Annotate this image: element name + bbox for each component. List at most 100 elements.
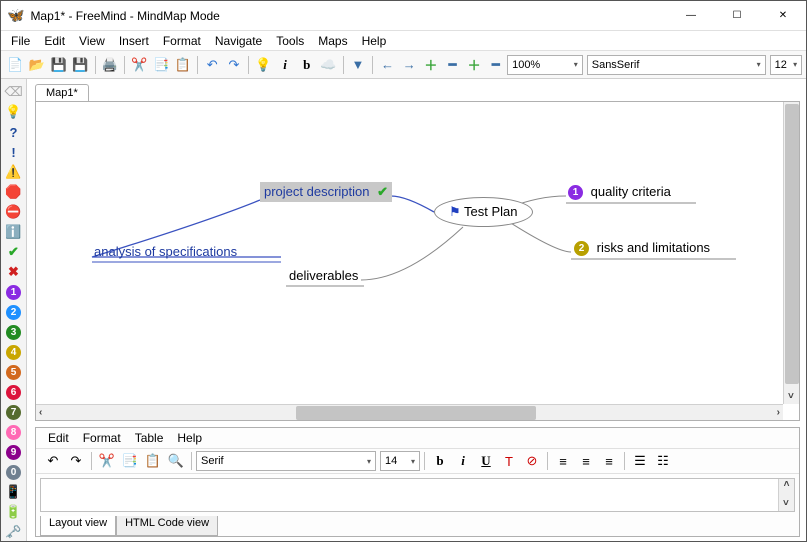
warning-icon[interactable]: ⚠️ — [5, 163, 23, 181]
menu-maps[interactable]: Maps — [312, 32, 353, 50]
editor-clear-format-icon[interactable]: ⊘ — [521, 450, 543, 472]
editor-menu-edit[interactable]: Edit — [42, 429, 75, 447]
priority-4-icon[interactable]: 4 — [5, 343, 23, 361]
editor-color-icon[interactable]: T — [498, 450, 520, 472]
editor-menu-format[interactable]: Format — [77, 429, 127, 447]
copy-icon[interactable]: 📑 — [151, 54, 172, 76]
no-entry-icon[interactable]: ⛔ — [5, 203, 23, 221]
editor-align-center-icon[interactable]: ≡ — [575, 450, 597, 472]
menu-edit[interactable]: Edit — [38, 32, 71, 50]
bold-icon[interactable]: b — [296, 54, 317, 76]
editor-menu-table[interactable]: Table — [129, 429, 170, 447]
menu-insert[interactable]: Insert — [113, 32, 155, 50]
key-icon[interactable]: 🗝️ — [5, 523, 23, 541]
ok-icon[interactable]: ✔ — [5, 243, 23, 261]
remove-sibling-icon[interactable]: ━ — [485, 54, 506, 76]
priority-1-icon[interactable]: 1 — [5, 283, 23, 301]
editor-menu-help[interactable]: Help — [171, 429, 208, 447]
mindmap-node-quality[interactable]: 1 quality criteria — [568, 184, 671, 200]
mindmap-node-deliverables[interactable]: deliverables — [289, 268, 358, 283]
zoom-combo[interactable]: 100% ▾ — [507, 55, 583, 75]
nav-back-icon[interactable]: ← — [377, 54, 398, 76]
priority-8-icon[interactable]: 8 — [5, 423, 23, 441]
info-icon[interactable]: ℹ️ — [5, 223, 23, 241]
priority-0-icon[interactable]: 0 — [5, 463, 23, 481]
italic-icon[interactable]: i — [275, 54, 296, 76]
delete-all-icon[interactable]: ⌫ — [5, 83, 23, 101]
priority-9-icon[interactable]: 9 — [5, 443, 23, 461]
editor-find-icon[interactable]: 🔍 — [165, 450, 187, 472]
editor-align-right-icon[interactable]: ≡ — [598, 450, 620, 472]
priority-7-icon[interactable]: 7 — [5, 403, 23, 421]
editor-undo-icon[interactable]: ↶ — [42, 450, 64, 472]
editor-bold-icon[interactable]: b — [429, 450, 451, 472]
mindmap-node-analysis[interactable]: analysis of specifications — [94, 244, 237, 259]
editor-number-list-icon[interactable]: ☷ — [652, 450, 674, 472]
editor-cut-icon[interactable]: ✂️ — [96, 450, 118, 472]
question-icon[interactable]: ? — [5, 123, 23, 141]
menu-format[interactable]: Format — [157, 32, 207, 50]
editor-paste-icon[interactable]: 📋 — [142, 450, 164, 472]
editor-redo-icon[interactable]: ↷ — [65, 450, 87, 472]
menu-navigate[interactable]: Navigate — [209, 32, 268, 50]
menu-view[interactable]: View — [73, 32, 111, 50]
priority-2-icon[interactable]: 2 — [5, 303, 23, 321]
scroll-right-icon[interactable]: › — [777, 407, 780, 418]
editor-vscrollbar[interactable]: ˄ ˅ — [778, 479, 794, 511]
scroll-left-icon[interactable]: ‹ — [39, 407, 42, 418]
editor-align-left-icon[interactable]: ≡ — [552, 450, 574, 472]
mindmap-canvas[interactable]: ⚑ Test Plan 1 quality criteria 2 risks a… — [35, 101, 800, 421]
mindmap-node-risks[interactable]: 2 risks and limitations — [574, 240, 710, 256]
cloud-icon[interactable]: ☁️ — [318, 54, 339, 76]
menu-file[interactable]: File — [5, 32, 36, 50]
remove-node-icon[interactable]: ━ — [442, 54, 463, 76]
mindmap-node-project-desc[interactable]: project description ✔ — [260, 182, 392, 202]
editor-text-area[interactable]: ˄ ˅ — [40, 478, 795, 512]
mindmap-root-node[interactable]: ⚑ Test Plan — [434, 197, 533, 227]
new-file-icon[interactable]: 📄 — [5, 54, 26, 76]
filter-icon[interactable]: ▼ — [348, 54, 369, 76]
editor-font-family-combo[interactable]: Serif ▾ — [196, 451, 376, 471]
bulb-icon[interactable]: 💡 — [5, 103, 23, 121]
menu-help[interactable]: Help — [356, 32, 393, 50]
editor-italic-icon[interactable]: i — [452, 450, 474, 472]
font-size-combo[interactable]: 12 ▾ — [770, 55, 803, 75]
scroll-up-icon[interactable]: ˄ — [779, 479, 794, 490]
scroll-thumb[interactable] — [785, 104, 799, 384]
paste-icon[interactable]: 📋 — [172, 54, 193, 76]
cut-icon[interactable]: ✂️ — [129, 54, 150, 76]
exclaim-icon[interactable]: ! — [5, 143, 23, 161]
close-button[interactable]: ✕ — [760, 1, 806, 31]
minimize-button[interactable]: — — [668, 1, 714, 31]
add-sibling-icon[interactable]: ＋ — [464, 54, 485, 76]
scroll-down-icon[interactable]: ˅ — [788, 391, 794, 402]
priority-5-icon[interactable]: 5 — [5, 363, 23, 381]
editor-tab-layout[interactable]: Layout view — [40, 516, 116, 536]
editor-underline-icon[interactable]: U — [475, 450, 497, 472]
open-file-icon[interactable]: 📂 — [27, 54, 48, 76]
cancel-icon[interactable]: ✖ — [5, 263, 23, 281]
editor-bullet-list-icon[interactable]: ☰ — [629, 450, 651, 472]
phone-icon[interactable]: 📱 — [5, 483, 23, 501]
editor-copy-icon[interactable]: 📑 — [119, 450, 141, 472]
redo-icon[interactable]: ↷ — [224, 54, 245, 76]
print-icon[interactable]: 🖨️ — [100, 54, 121, 76]
scroll-thumb[interactable] — [296, 406, 536, 420]
font-family-combo[interactable]: SansSerif ▾ — [587, 55, 766, 75]
maximize-button[interactable]: ☐ — [714, 1, 760, 31]
document-tab[interactable]: Map1* — [35, 84, 89, 101]
scroll-down-icon[interactable]: ˅ — [783, 498, 789, 509]
editor-font-size-combo[interactable]: 14 ▾ — [380, 451, 420, 471]
save-as-icon[interactable]: 💾 — [70, 54, 91, 76]
editor-tab-html[interactable]: HTML Code view — [116, 516, 218, 536]
add-node-icon[interactable]: ＋ — [421, 54, 442, 76]
stop-icon[interactable]: 🛑 — [5, 183, 23, 201]
menu-tools[interactable]: Tools — [270, 32, 310, 50]
canvas-hscrollbar[interactable]: ‹ › — [36, 404, 783, 420]
save-icon[interactable]: 💾 — [48, 54, 69, 76]
idea-icon[interactable]: 💡 — [253, 54, 274, 76]
nav-forward-icon[interactable]: → — [399, 54, 420, 76]
battery-icon[interactable]: 🔋 — [5, 503, 23, 521]
priority-6-icon[interactable]: 6 — [5, 383, 23, 401]
priority-3-icon[interactable]: 3 — [5, 323, 23, 341]
